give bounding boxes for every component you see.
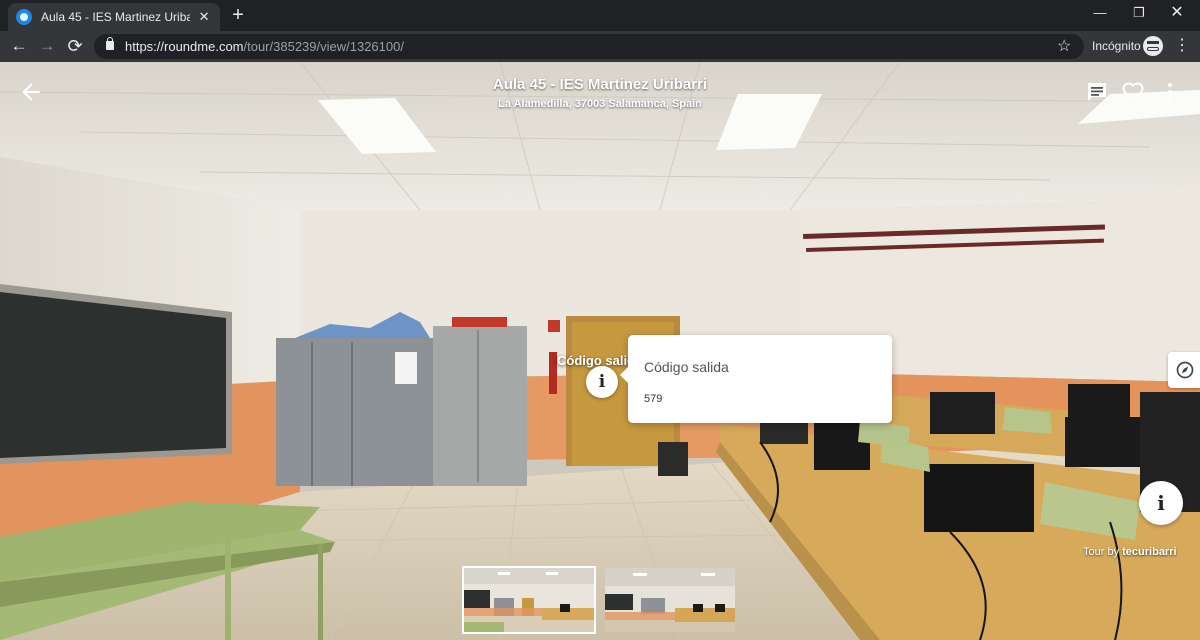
chalkboard [0,292,226,458]
browser-tab[interactable]: Aula 45 - IES Martinez Uribarri on ✕ [8,3,220,31]
tour-title: Aula 45 - IES Martinez Uribarri [492,76,708,93]
browser-reload-button[interactable]: ⟳ [63,35,87,59]
hotspot-popup: Código salida 579 [620,335,892,423]
computer-tower [930,392,995,434]
tab-close-button[interactable]: ✕ [196,9,212,25]
incognito-label: Incógnito [1092,39,1141,53]
browser-back-button[interactable]: ← [7,35,31,59]
browser-toolbar: ← → ⟳ https://roundme.com/tour/385239/vi… [0,31,1200,62]
compass-button[interactable] [1168,352,1200,388]
browser-tab-bar: Aula 45 - IES Martinez Uribarri on ✕ + —… [0,0,1200,31]
panorama-viewer[interactable]: Aula 45 - IES Martinez Uribarri La Alame… [0,62,1200,640]
waste-bin [658,442,688,476]
hotspot-info-icon[interactable]: i [586,366,618,398]
incognito-icon[interactable] [1143,36,1163,56]
scene-thumbnail-image [464,568,594,632]
tour-info-button[interactable]: i [1139,481,1183,525]
scene-thumbnail-image [605,568,735,632]
popup-title: Código salida [644,359,729,375]
monitor [1068,384,1130,422]
url-host: https://roundme.com [125,39,244,54]
bookmark-star-icon[interactable]: ☆ [1057,36,1071,56]
url-path: /tour/385239/view/1326100/ [243,39,404,54]
new-tab-button[interactable]: + [228,5,248,25]
heart-icon[interactable] [1121,80,1145,104]
popup-body: 579 [644,393,663,405]
credit-prefix: Tour by [1083,546,1123,558]
metal-cabinet [433,326,527,486]
more-vert-icon[interactable] [1158,80,1182,104]
window-close-button[interactable]: ✕ [1154,0,1200,28]
credit-author[interactable]: tecuribarri [1122,546,1176,558]
comment-icon[interactable] [1085,80,1109,104]
tour-credit[interactable]: Tour by tecuribarri [1083,546,1177,558]
roundme-favicon-icon [16,9,32,25]
scene-thumbnail[interactable] [603,566,737,634]
tab-title: Aula 45 - IES Martinez Uribarri on [41,10,191,24]
address-bar[interactable]: https://roundme.com/tour/385239/view/132… [94,34,1084,59]
compass-icon [1176,361,1194,379]
browser-menu-icon[interactable]: ⋮ [1172,36,1192,56]
fire-extinguisher [549,352,557,394]
lock-icon[interactable] [106,37,114,50]
monitor [924,464,1034,532]
browser-forward-button[interactable]: → [35,35,59,59]
scene-thumbnail[interactable] [462,566,596,634]
monitor [1065,417,1143,467]
tour-location: La Alamedilla, 37003 Salamanca, Spain [498,98,702,110]
classroom-panorama-image[interactable] [0,62,1200,640]
address-url[interactable]: https://roundme.com/tour/385239/view/132… [125,39,404,54]
